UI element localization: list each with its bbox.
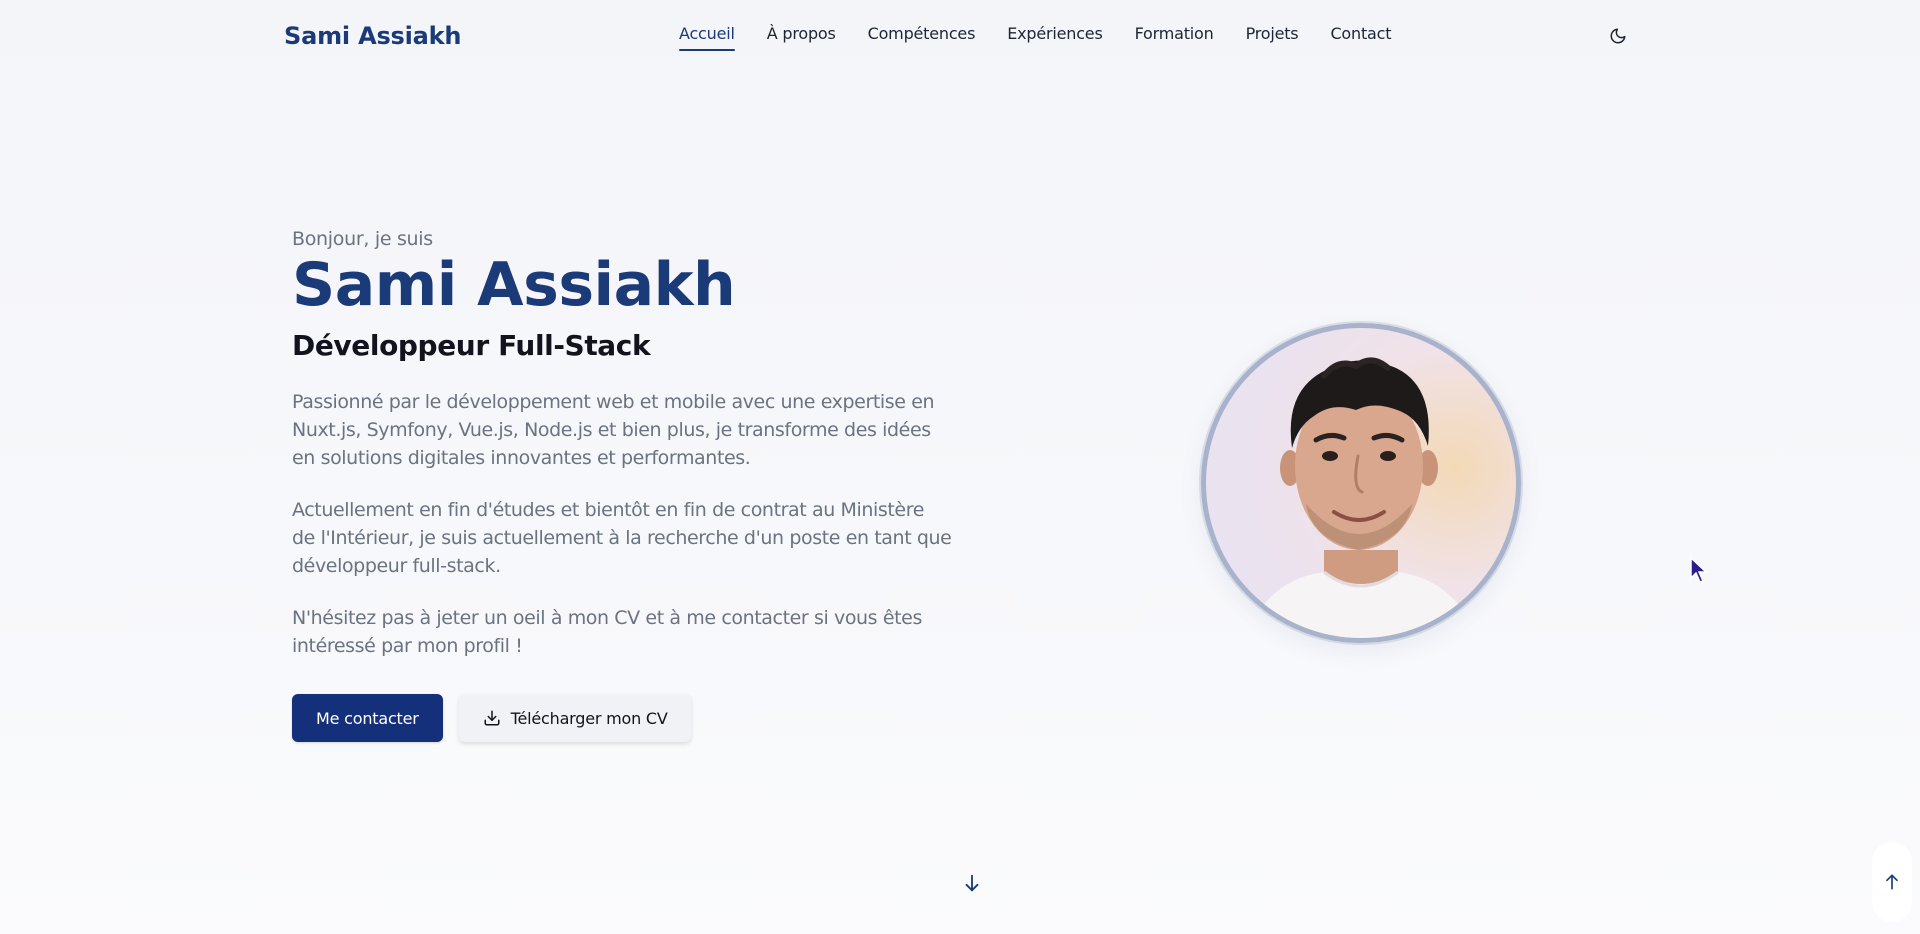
theme-toggle-button[interactable]: [1604, 24, 1632, 48]
nav-link-a-propos[interactable]: À propos: [767, 24, 836, 51]
hero-status-paragraph: Actuellement en fin d'études et bientôt …: [292, 499, 952, 577]
nav-link-projets[interactable]: Projets: [1246, 24, 1299, 51]
nav-link-competences[interactable]: Compétences: [868, 24, 976, 51]
brand-logo[interactable]: Sami Assiakh: [284, 22, 461, 50]
download-cv-button[interactable]: Télécharger mon CV: [458, 694, 691, 742]
hero-section: Bonjour, je suis Sami Assiakh Développeu…: [292, 228, 972, 742]
hero-intro-paragraph: Passionné par le développement web et mo…: [292, 391, 935, 469]
nav-menu: Accueil À propos Compétences Expériences…: [679, 24, 1392, 51]
nav-link-formation[interactable]: Formation: [1135, 24, 1214, 51]
hero-greeting: Bonjour, je suis: [292, 228, 433, 250]
scroll-down-button[interactable]: [961, 872, 983, 894]
contact-button[interactable]: Me contacter: [292, 694, 443, 742]
moon-icon: [1610, 28, 1626, 44]
download-cv-label: Télécharger mon CV: [510, 708, 668, 728]
hero-cta-paragraph: N'hésitez pas à jeter un oeil à mon CV e…: [292, 607, 922, 657]
hero-role: Développeur Full-Stack: [292, 329, 651, 362]
nav-link-contact[interactable]: Contact: [1330, 24, 1391, 51]
arrow-up-icon: [1886, 874, 1898, 890]
portrait-illustration: [1246, 357, 1476, 638]
profile-photo: [1201, 323, 1521, 643]
navbar: Sami Assiakh Accueil À propos Compétence…: [0, 0, 1920, 72]
mouse-cursor-icon: [1690, 556, 1708, 583]
nav-link-accueil[interactable]: Accueil: [679, 24, 735, 51]
back-to-top-button[interactable]: [1872, 842, 1912, 922]
nav-link-experiences[interactable]: Expériences: [1007, 24, 1103, 51]
hero-name: Sami Assiakh: [292, 250, 736, 320]
hero-buttons: Me contacter Télécharger mon CV: [292, 694, 972, 742]
arrow-down-icon: [965, 874, 979, 892]
download-icon: [484, 710, 500, 726]
